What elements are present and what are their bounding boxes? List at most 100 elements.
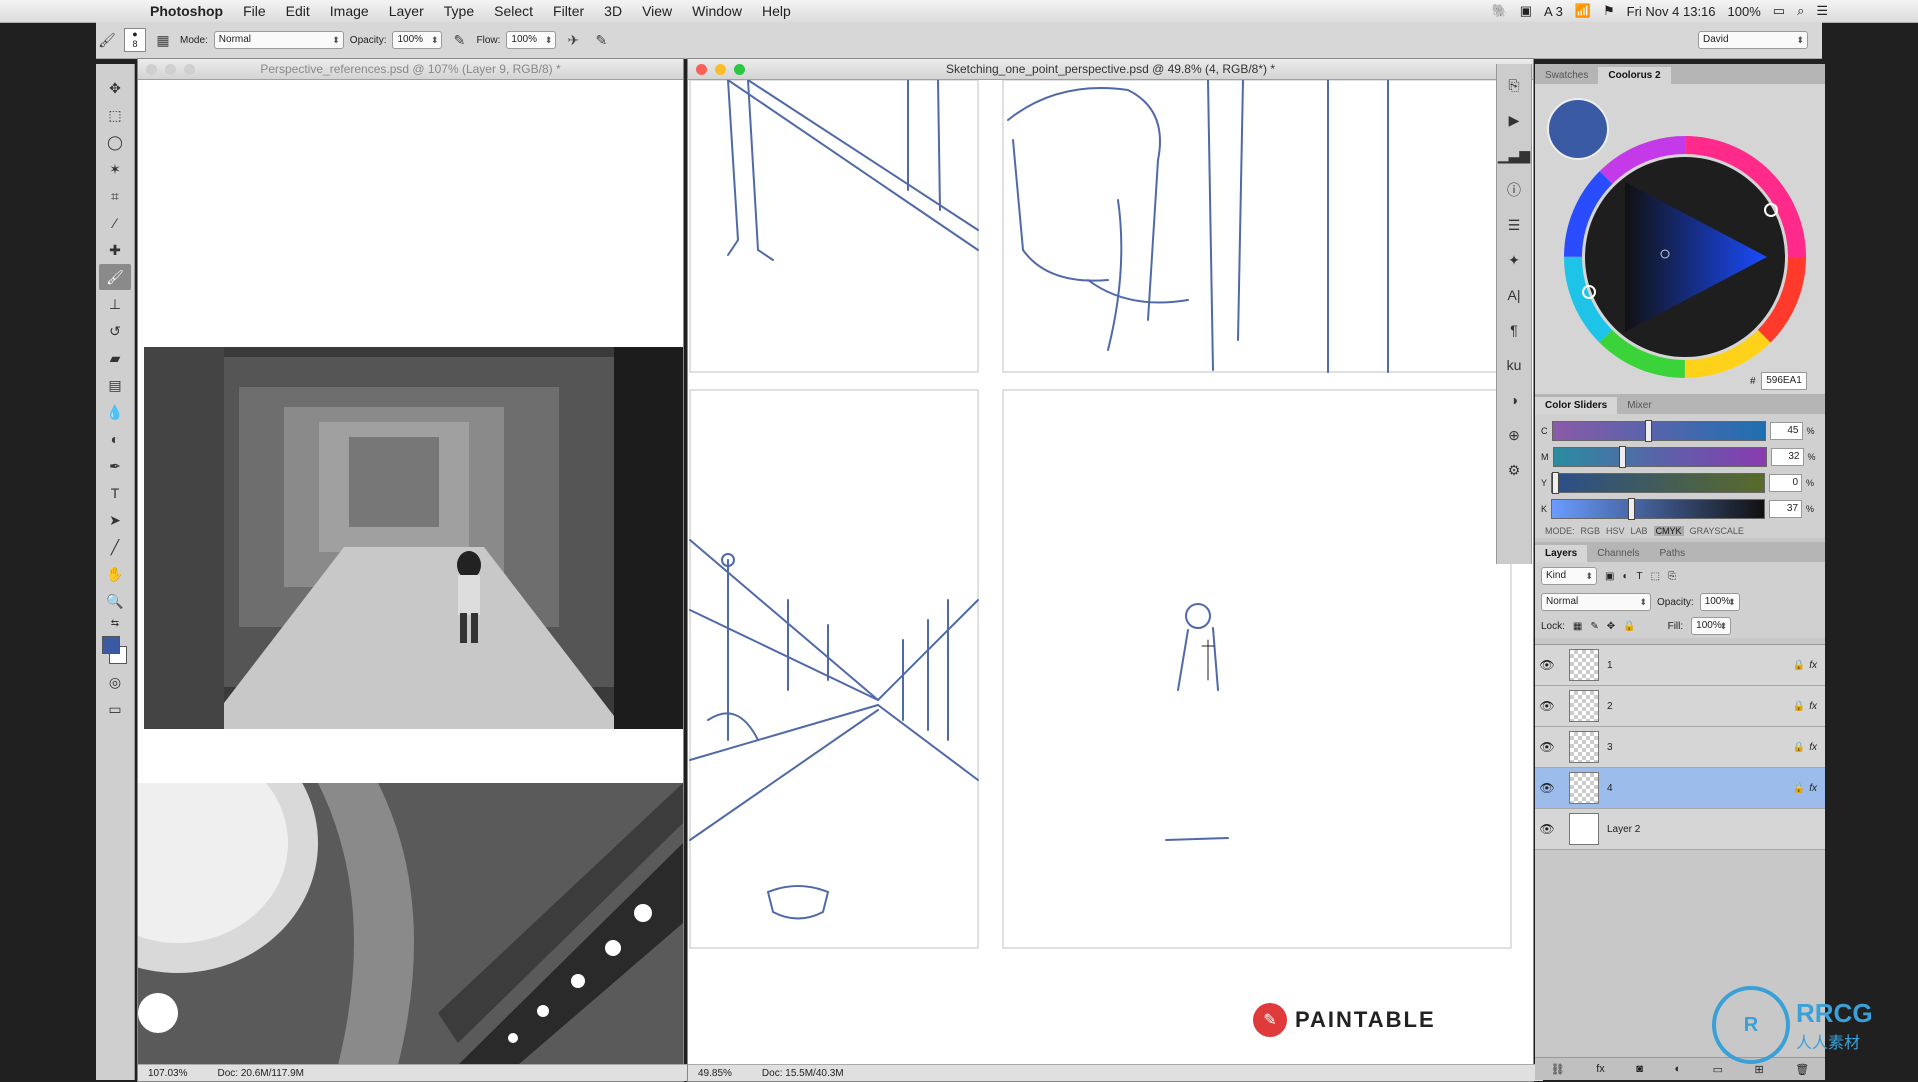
brush-tool-icon[interactable]: 🖌 xyxy=(99,264,131,290)
filter-adjustment-icon[interactable]: ◐ xyxy=(1622,571,1628,582)
blur-tool-icon[interactable]: 💧 xyxy=(99,399,131,425)
close-button[interactable] xyxy=(146,64,157,75)
color-wheel[interactable] xyxy=(1555,122,1815,382)
slider-input-m[interactable]: 32 xyxy=(1770,448,1804,466)
filter-shape-icon[interactable]: ⬚ xyxy=(1651,571,1660,582)
delete-layer-icon[interactable]: 🗑 xyxy=(1795,1063,1809,1076)
mode-rgb[interactable]: RGB xyxy=(1581,526,1601,536)
crop-tool-icon[interactable]: ⌗ xyxy=(99,183,131,209)
lock-image-icon[interactable]: ✎ xyxy=(1590,621,1598,632)
menu-file[interactable]: File xyxy=(233,3,276,19)
new-group-icon[interactable]: ▭ xyxy=(1713,1063,1723,1076)
swap-colors-icon[interactable]: ⇆ xyxy=(99,615,131,631)
mode-lab[interactable]: LAB xyxy=(1631,526,1648,536)
document-size[interactable]: Doc: 15.5M/40.3M xyxy=(762,1068,844,1079)
mode-cmyk[interactable]: CMYK xyxy=(1653,526,1684,536)
screen-record-icon[interactable]: ▣ xyxy=(1520,3,1532,19)
history-brush-tool-icon[interactable]: ↺ xyxy=(99,318,131,344)
type-tool-icon[interactable]: T xyxy=(99,480,131,506)
slider-input-c[interactable]: 45 xyxy=(1769,422,1803,440)
hand-tool-icon[interactable]: ✋ xyxy=(99,561,131,587)
slider-thumb[interactable] xyxy=(1619,446,1627,468)
clock[interactable]: Fri Nov 4 13:16 xyxy=(1627,4,1716,19)
actions-icon[interactable]: ▶ xyxy=(1500,106,1528,134)
close-button[interactable] xyxy=(696,64,707,75)
slider-bar-c[interactable] xyxy=(1551,420,1766,442)
blend-mode-select[interactable]: Normal xyxy=(1541,593,1651,611)
menu-type[interactable]: Type xyxy=(434,3,484,19)
minimize-button[interactable] xyxy=(715,64,726,75)
document-window-references[interactable]: Perspective_references.psd @ 107% (Layer… xyxy=(137,58,693,1082)
eraser-tool-icon[interactable]: ▰ xyxy=(99,345,131,371)
tab-coolorus[interactable]: Coolorus 2 xyxy=(1598,67,1671,84)
layer-name[interactable]: 2 xyxy=(1607,701,1793,712)
document-title-bar[interactable]: Perspective_references.psd @ 107% (Layer… xyxy=(138,59,683,80)
minimize-button[interactable] xyxy=(165,64,176,75)
layer-name[interactable]: 4 xyxy=(1607,783,1793,794)
menu-view[interactable]: View xyxy=(632,3,682,19)
wifi-icon[interactable]: 📶 xyxy=(1575,3,1591,19)
tool-presets-icon[interactable]: ⚙ xyxy=(1500,456,1528,484)
zoom-level[interactable]: 49.85% xyxy=(698,1068,732,1079)
fx-icon[interactable]: fx xyxy=(1809,742,1817,753)
menu-window[interactable]: Window xyxy=(682,3,752,19)
mode-hsv[interactable]: HSV xyxy=(1606,526,1625,536)
layer-name[interactable]: 3 xyxy=(1607,742,1793,753)
tab-mixer[interactable]: Mixer xyxy=(1617,397,1661,414)
spotlight-icon[interactable]: ⌕ xyxy=(1797,3,1804,19)
lock-all-icon[interactable]: 🔒 xyxy=(1623,621,1635,632)
line-tool-icon[interactable]: ╱ xyxy=(99,534,131,560)
brush-tool-preset-icon[interactable]: 🖌 xyxy=(96,29,118,51)
zoom-button[interactable] xyxy=(734,64,745,75)
flow-select[interactable]: 100% xyxy=(506,31,557,49)
fill-select[interactable]: 100% xyxy=(1691,617,1732,635)
filter-pixel-icon[interactable]: ▣ xyxy=(1605,571,1614,582)
gradient-tool-icon[interactable]: ▤ xyxy=(99,372,131,398)
slider-thumb[interactable] xyxy=(1627,498,1635,520)
slider-thumb[interactable] xyxy=(1552,472,1560,494)
healing-tool-icon[interactable]: ✚ xyxy=(99,237,131,263)
screen-mode-icon[interactable]: ▭ xyxy=(99,696,131,722)
notification-icon[interactable]: ☰ xyxy=(1816,3,1828,19)
tab-paths[interactable]: Paths xyxy=(1650,545,1696,562)
menu-app[interactable]: Photoshop xyxy=(140,3,233,19)
document-size[interactable]: Doc: 20.6M/117.9M xyxy=(217,1068,304,1079)
move-tool-icon[interactable]: ✥ xyxy=(99,75,131,101)
hex-input[interactable]: 596EA1 xyxy=(1761,372,1807,390)
menu-help[interactable]: Help xyxy=(752,3,801,19)
zoom-tool-icon[interactable]: 🔍 xyxy=(99,588,131,614)
path-select-tool-icon[interactable]: ➤ xyxy=(99,507,131,533)
brush-size-picker[interactable]: ● 8 xyxy=(124,28,146,52)
visibility-eye-icon[interactable]: 👁 xyxy=(1535,699,1559,713)
mode-grayscale[interactable]: GRAYSCALE xyxy=(1690,526,1744,536)
layer-opacity-select[interactable]: 100% xyxy=(1699,593,1740,611)
fx-icon[interactable]: fx xyxy=(1809,701,1817,712)
airbrush-icon[interactable]: ✈ xyxy=(562,29,584,51)
menu-layer[interactable]: Layer xyxy=(379,3,434,19)
layer-row[interactable]: 👁 Layer 2 xyxy=(1535,809,1825,850)
visibility-eye-icon[interactable]: 👁 xyxy=(1535,781,1559,795)
adjustments-icon[interactable]: ☰ xyxy=(1500,211,1528,239)
brush-presets-icon[interactable]: ✦ xyxy=(1500,246,1528,274)
styles-icon[interactable]: ◑ xyxy=(1500,386,1528,414)
slider-input-y[interactable]: 0 xyxy=(1769,474,1803,492)
fx-icon[interactable]: fx xyxy=(1809,783,1817,794)
history-icon[interactable]: ⎘ xyxy=(1500,71,1528,99)
brush-panel-icon[interactable]: ▦ xyxy=(152,29,174,51)
slider-thumb[interactable] xyxy=(1644,420,1652,442)
menu-3d[interactable]: 3D xyxy=(594,3,632,19)
add-mask-icon[interactable]: ◙ xyxy=(1636,1063,1643,1075)
menu-edit[interactable]: Edit xyxy=(276,3,320,19)
info-icon[interactable]: ⓘ xyxy=(1500,176,1528,204)
layer-style-icon[interactable]: fx xyxy=(1596,1063,1605,1075)
layer-row-selected[interactable]: 👁 4 🔒 fx xyxy=(1535,768,1825,809)
fx-icon[interactable]: fx xyxy=(1809,660,1817,671)
link-layers-icon[interactable]: ⛓ xyxy=(1551,1063,1565,1076)
slider-bar-k[interactable] xyxy=(1551,498,1766,520)
menu-image[interactable]: Image xyxy=(320,3,379,19)
layer-row[interactable]: 👁 3 🔒 fx xyxy=(1535,727,1825,768)
tab-color-sliders[interactable]: Color Sliders xyxy=(1535,397,1618,414)
layer-row[interactable]: 👁 2 🔒 fx xyxy=(1535,686,1825,727)
clone-source-icon[interactable]: ⊕ xyxy=(1500,421,1528,449)
visibility-eye-icon[interactable]: 👁 xyxy=(1535,740,1559,754)
